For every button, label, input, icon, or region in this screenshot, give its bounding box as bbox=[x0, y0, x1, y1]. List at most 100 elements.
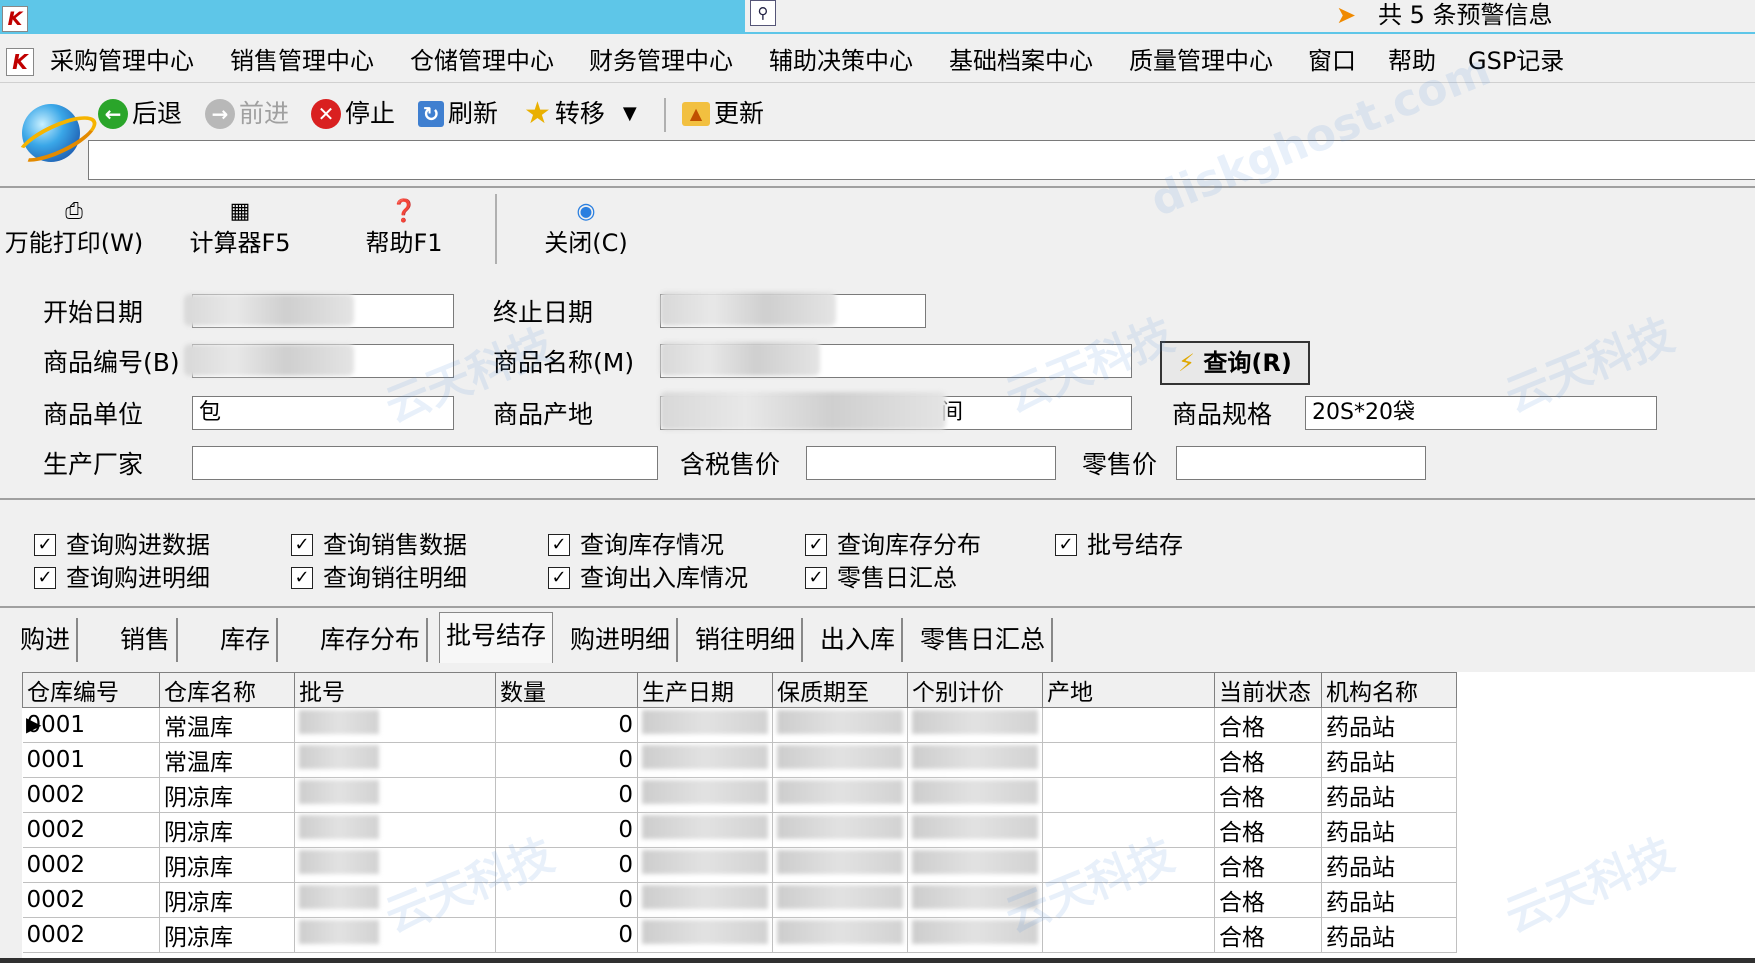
unit-cost-cell[interactable] bbox=[907, 707, 1043, 743]
alert-arrow-icon[interactable]: ➤ bbox=[1336, 2, 1364, 28]
column-header[interactable]: 仓库名称 bbox=[159, 672, 295, 708]
checkbox-box[interactable]: ✓ bbox=[1055, 534, 1077, 556]
production-date-cell[interactable] bbox=[637, 812, 773, 848]
back-button[interactable]: ← 后退 bbox=[98, 96, 182, 132]
quantity-cell[interactable]: 0 bbox=[495, 777, 638, 813]
production-date-cell[interactable] bbox=[637, 847, 773, 883]
tab-retail-daily[interactable]: 零售日汇总 bbox=[914, 618, 1054, 662]
expiry-date-cell[interactable] bbox=[772, 917, 908, 953]
column-header[interactable]: 生产日期 bbox=[637, 672, 773, 708]
unit-cost-cell[interactable] bbox=[907, 882, 1043, 918]
production-date-cell[interactable] bbox=[637, 882, 773, 918]
checkbox-box[interactable]: ✓ bbox=[805, 567, 827, 589]
menu-decision-center[interactable]: 辅助决策中心 bbox=[769, 44, 913, 78]
quantity-cell[interactable]: 0 bbox=[495, 742, 638, 778]
menu-window[interactable]: 窗口 bbox=[1308, 44, 1356, 78]
checkbox-box[interactable]: ✓ bbox=[291, 534, 313, 556]
batch-cell[interactable] bbox=[294, 847, 496, 883]
batch-cell[interactable] bbox=[294, 742, 496, 778]
origin-cell[interactable] bbox=[1042, 777, 1215, 813]
forward-button[interactable]: → 前进 bbox=[205, 96, 289, 132]
table-row[interactable]: 0002 阴凉库 0 合格 药品站 bbox=[22, 882, 1457, 918]
warehouse-name-cell[interactable]: 阴凉库 bbox=[159, 847, 295, 883]
unit-cost-cell[interactable] bbox=[907, 812, 1043, 848]
production-date-cell[interactable] bbox=[637, 917, 773, 953]
chevron-down-icon[interactable]: ▼ bbox=[623, 96, 637, 132]
expiry-date-cell[interactable] bbox=[772, 707, 908, 743]
column-header[interactable]: 仓库编号 bbox=[22, 672, 160, 708]
url-input[interactable] bbox=[88, 140, 1755, 180]
retail-price-field[interactable] bbox=[1176, 446, 1426, 480]
warehouse-name-cell[interactable]: 阴凉库 bbox=[159, 917, 295, 953]
calculator-button[interactable]: ▦ 计算器F5 bbox=[180, 198, 300, 258]
warehouse-code-cell[interactable]: 0002 bbox=[22, 777, 160, 813]
menu-quality-center[interactable]: 质量管理中心 bbox=[1129, 44, 1273, 78]
status-cell[interactable]: 合格 bbox=[1214, 742, 1322, 778]
warehouse-name-cell[interactable]: 常温库 bbox=[159, 707, 295, 743]
unit-cost-cell[interactable] bbox=[907, 777, 1043, 813]
menu-purchase-center[interactable]: 采购管理中心 bbox=[50, 44, 194, 78]
origin-cell[interactable] bbox=[1042, 917, 1215, 953]
table-row[interactable]: 0002 阴凉库 0 合格 药品站 bbox=[22, 917, 1457, 953]
column-header[interactable]: 保质期至 bbox=[772, 672, 908, 708]
checkbox-retail-daily[interactable]: ✓ 零售日汇总 bbox=[805, 563, 957, 593]
column-header[interactable]: 批号 bbox=[294, 672, 496, 708]
expiry-date-cell[interactable] bbox=[772, 812, 908, 848]
stop-button[interactable]: ✕ 停止 bbox=[311, 96, 395, 132]
tax-price-field[interactable] bbox=[806, 446, 1056, 480]
table-row[interactable]: 0001 常温库 0 合格 药品站 bbox=[22, 707, 1457, 743]
org-name-cell[interactable]: 药品站 bbox=[1321, 742, 1457, 778]
menu-sales-center[interactable]: 销售管理中心 bbox=[230, 44, 374, 78]
print-button[interactable]: ⎙ 万能打印(W) bbox=[4, 198, 144, 258]
table-row[interactable]: 0002 阴凉库 0 合格 药品站 bbox=[22, 847, 1457, 883]
warehouse-name-cell[interactable]: 阴凉库 bbox=[159, 882, 295, 918]
org-name-cell[interactable]: 药品站 bbox=[1321, 707, 1457, 743]
search-icon[interactable]: ⚲ bbox=[750, 0, 776, 26]
checkbox-inventory-distribution[interactable]: ✓ 查询库存分布 bbox=[805, 530, 981, 560]
org-name-cell[interactable]: 药品站 bbox=[1321, 812, 1457, 848]
menu-help[interactable]: 帮助 bbox=[1388, 44, 1436, 78]
checkbox-purchase-data[interactable]: ✓ 查询购进数据 bbox=[34, 530, 210, 560]
quantity-cell[interactable]: 0 bbox=[495, 917, 638, 953]
org-name-cell[interactable]: 药品站 bbox=[1321, 882, 1457, 918]
checkbox-box[interactable]: ✓ bbox=[34, 534, 56, 556]
manufacturer-field[interactable] bbox=[192, 446, 658, 480]
tab-sales-detail[interactable]: 销往明细 bbox=[689, 618, 804, 662]
unit-field[interactable]: 包 bbox=[192, 396, 454, 430]
production-date-cell[interactable] bbox=[637, 707, 773, 743]
refresh-button[interactable]: ↻ 刷新 bbox=[418, 96, 498, 132]
column-header[interactable]: 当前状态 bbox=[1214, 672, 1322, 708]
production-date-cell[interactable] bbox=[637, 777, 773, 813]
checkbox-in-out[interactable]: ✓ 查询出入库情况 bbox=[548, 563, 748, 593]
org-name-cell[interactable]: 药品站 bbox=[1321, 847, 1457, 883]
status-cell[interactable]: 合格 bbox=[1214, 847, 1322, 883]
quantity-cell[interactable]: 0 bbox=[495, 847, 638, 883]
unit-cost-cell[interactable] bbox=[907, 847, 1043, 883]
checkbox-inventory[interactable]: ✓ 查询库存情况 bbox=[548, 530, 724, 560]
warehouse-code-cell[interactable]: 0002 bbox=[22, 917, 160, 953]
batch-cell[interactable] bbox=[294, 812, 496, 848]
status-cell[interactable]: 合格 bbox=[1214, 707, 1322, 743]
org-name-cell[interactable]: 药品站 bbox=[1321, 777, 1457, 813]
status-cell[interactable]: 合格 bbox=[1214, 777, 1322, 813]
column-header[interactable]: 机构名称 bbox=[1321, 672, 1457, 708]
quantity-cell[interactable]: 0 bbox=[495, 707, 638, 743]
menu-app-icon[interactable]: K bbox=[6, 48, 34, 76]
checkbox-sales-detail[interactable]: ✓ 查询销往明细 bbox=[291, 563, 467, 593]
warehouse-name-cell[interactable]: 常温库 bbox=[159, 742, 295, 778]
unit-cost-cell[interactable] bbox=[907, 917, 1043, 953]
checkbox-box[interactable]: ✓ bbox=[34, 567, 56, 589]
expiry-date-cell[interactable] bbox=[772, 882, 908, 918]
table-row[interactable]: 0002 阴凉库 0 合格 药品站 bbox=[22, 777, 1457, 813]
warehouse-code-cell[interactable]: 0002 bbox=[22, 847, 160, 883]
origin-cell[interactable] bbox=[1042, 812, 1215, 848]
tab-inventory[interactable]: 库存 bbox=[214, 618, 279, 662]
batch-cell[interactable] bbox=[294, 882, 496, 918]
production-date-cell[interactable] bbox=[637, 742, 773, 778]
warehouse-code-cell[interactable]: 0001 bbox=[22, 742, 160, 778]
checkbox-box[interactable]: ✓ bbox=[805, 534, 827, 556]
tab-batch-balance[interactable]: 批号结存 bbox=[439, 612, 554, 663]
batch-balance-table[interactable]: 仓库编号 仓库名称 批号 数量 生产日期 保质期至 个别计价 产地 当前状态 机… bbox=[22, 672, 1457, 953]
alert-count-text[interactable]: 共 5 条预警信息 bbox=[1378, 0, 1553, 30]
expiry-date-cell[interactable] bbox=[772, 847, 908, 883]
